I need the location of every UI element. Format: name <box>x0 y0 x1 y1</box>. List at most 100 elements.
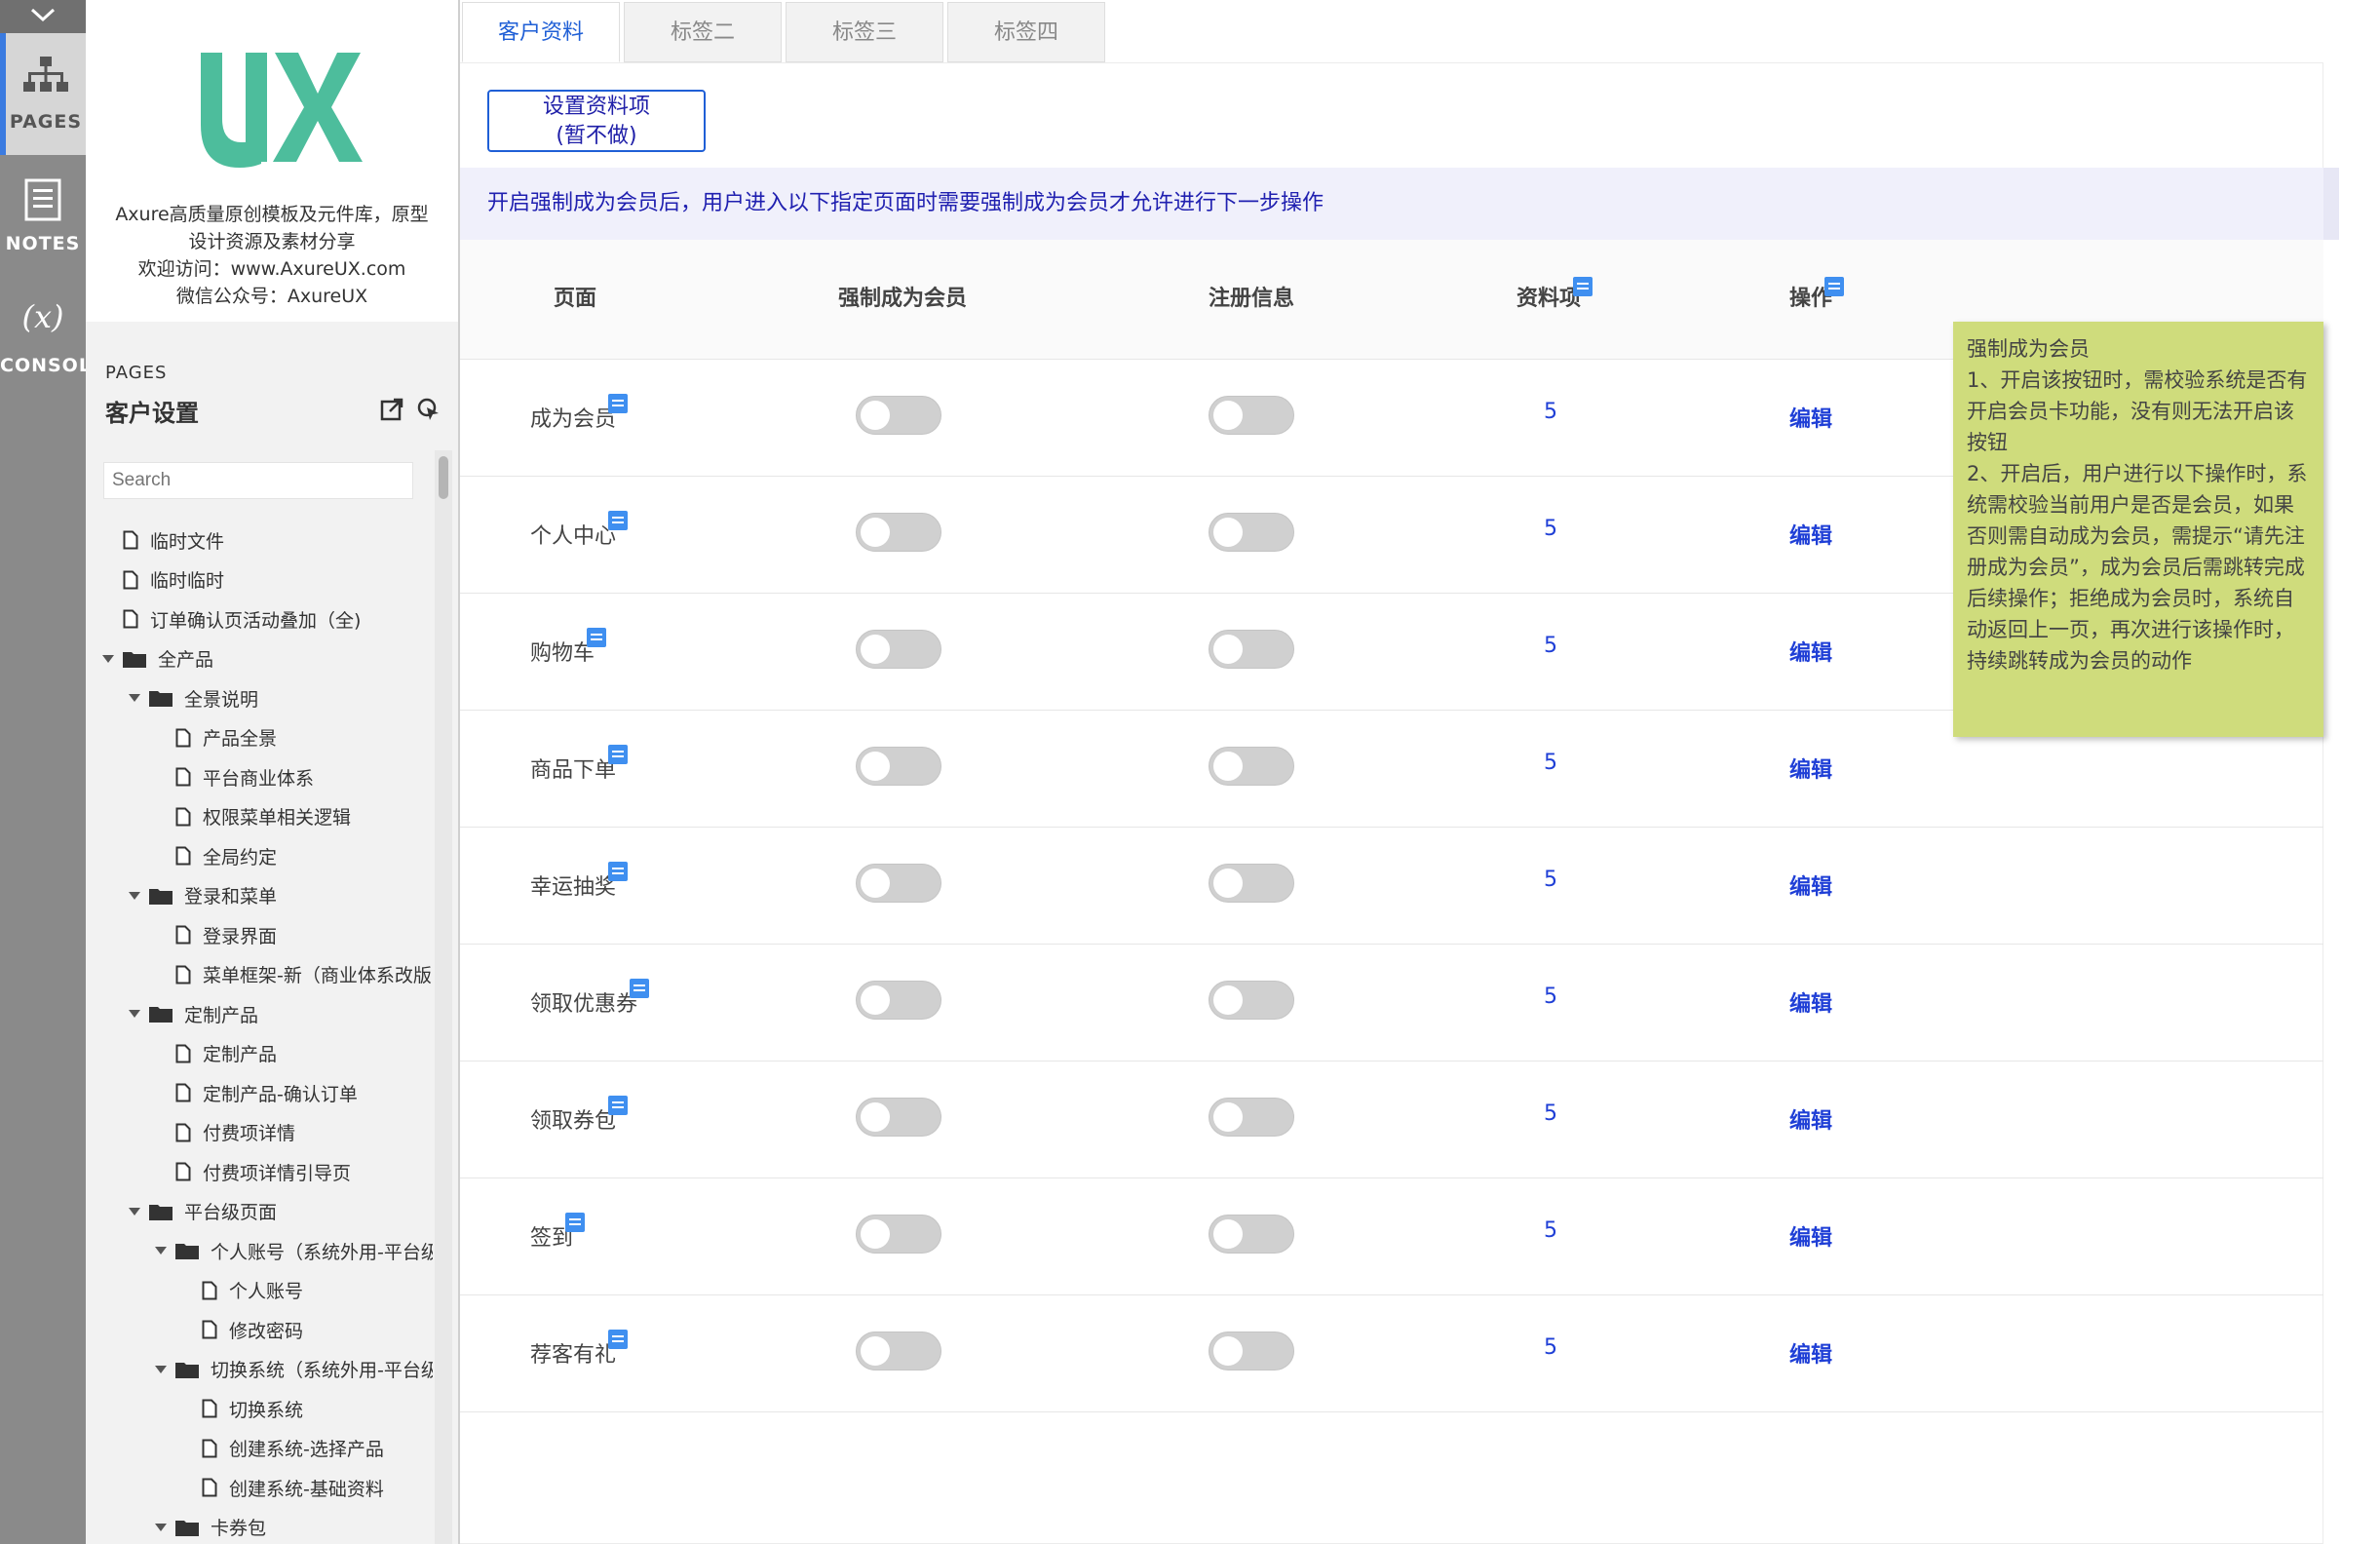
tree-page[interactable]: 定制产品-确认订单 <box>152 1073 358 1112</box>
force-member-toggle[interactable] <box>856 1098 941 1137</box>
register-info-toggle[interactable] <box>1209 1098 1294 1137</box>
force-member-toggle[interactable] <box>856 1332 941 1370</box>
tree-page[interactable]: 菜单框架-新（商业体系改版 <box>152 955 432 994</box>
tree-page[interactable]: 创建系统-基础资料 <box>178 1468 384 1507</box>
force-member-toggle[interactable] <box>856 1215 941 1254</box>
register-info-toggle[interactable] <box>1209 747 1294 786</box>
tab-label-4[interactable]: 标签四 <box>947 2 1105 62</box>
page-tree: 临时文件 临时临时 订单确认页活动叠加（全) 全产品 全景说明 产品全景 平台商业体系权限菜… <box>86 521 433 1544</box>
profile-item-count[interactable]: 5 <box>1544 984 1557 1009</box>
expand-arrow-icon[interactable] <box>152 1523 170 1532</box>
tree-page[interactable]: 付费项详情引导页 <box>152 1152 351 1191</box>
profile-item-count[interactable]: 5 <box>1544 517 1557 541</box>
tree-folder[interactable]: 卡券包 <box>152 1508 266 1544</box>
tab-label-2[interactable]: 标签二 <box>624 2 782 62</box>
locate-page-icon[interactable] <box>417 398 441 425</box>
expand-arrow-icon[interactable] <box>126 891 143 901</box>
profile-item-count[interactable]: 5 <box>1544 1218 1557 1243</box>
tree-page[interactable]: 全局约定 <box>152 836 277 875</box>
tree-page[interactable]: 付费项详情 <box>152 1113 295 1152</box>
register-info-toggle[interactable] <box>1209 864 1294 903</box>
tree-folder[interactable]: 切换系统（系统外用-平台级 <box>152 1350 433 1389</box>
edit-link[interactable]: 编辑 <box>1789 753 1832 784</box>
note-marker-icon[interactable] <box>587 628 606 647</box>
page-tree-scrollbar[interactable] <box>435 450 452 1544</box>
force-member-toggle[interactable] <box>856 747 941 786</box>
register-info-toggle[interactable] <box>1209 1332 1294 1370</box>
profile-item-count[interactable]: 5 <box>1544 400 1557 424</box>
register-info-toggle[interactable] <box>1209 513 1294 552</box>
tree-page[interactable]: 订单确认页活动叠加（全) <box>99 599 361 638</box>
note-marker-icon[interactable] <box>608 1096 628 1115</box>
rail-tab-notes[interactable]: NOTES <box>0 155 86 277</box>
tree-page[interactable]: 个人账号 <box>178 1271 303 1310</box>
register-info-toggle[interactable] <box>1209 396 1294 435</box>
expand-arrow-icon[interactable] <box>126 1009 143 1019</box>
tree-page[interactable]: 临时临时 <box>99 560 224 599</box>
tree-folder[interactable]: 个人账号（系统外用-平台级 <box>152 1231 433 1270</box>
page-tree-scroll-thumb[interactable] <box>439 456 448 499</box>
profile-item-count[interactable]: 5 <box>1544 634 1557 658</box>
note-marker-icon[interactable] <box>1573 277 1593 296</box>
tree-page[interactable]: 权限菜单相关逻辑 <box>152 797 351 836</box>
tree-item-label: 权限菜单相关逻辑 <box>203 807 352 829</box>
tree-folder[interactable]: 全景说明 <box>126 678 258 717</box>
rail-tab-console[interactable]: (x) CONSOL <box>0 277 86 399</box>
note-marker-icon[interactable] <box>608 1330 628 1349</box>
note-marker-icon[interactable] <box>630 979 649 998</box>
expand-arrow-icon[interactable] <box>99 654 117 664</box>
edit-link[interactable]: 编辑 <box>1789 986 1832 1018</box>
profile-item-count[interactable]: 5 <box>1544 868 1557 892</box>
tree-page[interactable]: 产品全景 <box>152 718 277 757</box>
profile-item-count[interactable]: 5 <box>1544 1335 1557 1360</box>
tree-item-label: 登录和菜单 <box>184 886 278 907</box>
tree-page[interactable]: 修改密码 <box>178 1310 303 1349</box>
edit-link[interactable]: 编辑 <box>1789 1103 1832 1135</box>
edit-link[interactable]: 编辑 <box>1789 869 1832 901</box>
tree-folder[interactable]: 定制产品 <box>126 994 258 1033</box>
annotation-note: 强制成为会员 1、开启该按钮时，需校验系统是否有开启会员卡功能，没有则无法开启该… <box>1953 322 2323 737</box>
tree-folder[interactable]: 平台级页面 <box>126 1192 277 1231</box>
force-member-toggle[interactable] <box>856 864 941 903</box>
profile-item-count[interactable]: 5 <box>1544 1101 1557 1126</box>
note-marker-icon[interactable] <box>608 862 628 881</box>
tree-page[interactable]: 创建系统-选择产品 <box>178 1429 384 1468</box>
expand-arrow-icon[interactable] <box>152 1246 170 1255</box>
edit-link[interactable]: 编辑 <box>1789 636 1832 667</box>
tree-page[interactable]: 平台商业体系 <box>152 757 314 796</box>
force-member-toggle[interactable] <box>856 630 941 669</box>
force-member-toggle[interactable] <box>856 513 941 552</box>
edit-link[interactable]: 编辑 <box>1789 1337 1832 1369</box>
open-in-new-icon[interactable] <box>380 398 403 425</box>
note-marker-icon[interactable] <box>1824 277 1844 296</box>
setup-profile-items-button[interactable]: 设置资料项 (暂不做) <box>487 90 706 152</box>
tree-page[interactable]: 切换系统 <box>178 1389 303 1428</box>
profile-item-count[interactable]: 5 <box>1544 751 1557 775</box>
note-marker-icon[interactable] <box>565 1213 585 1232</box>
tree-folder[interactable]: 登录和菜单 <box>126 876 277 915</box>
tab-customer-profile[interactable]: 客户资料 <box>462 2 620 62</box>
edit-link[interactable]: 编辑 <box>1789 1220 1832 1252</box>
tab-label-3[interactable]: 标签三 <box>786 2 943 62</box>
note-marker-icon[interactable] <box>608 394 628 413</box>
note-marker-icon[interactable] <box>608 511 628 530</box>
tree-page[interactable]: 定制产品 <box>152 1034 277 1073</box>
note-marker-icon[interactable] <box>608 745 628 764</box>
page-search-input[interactable] <box>103 462 413 499</box>
tree-page[interactable]: 登录界面 <box>152 915 277 954</box>
force-member-toggle[interactable] <box>856 981 941 1020</box>
register-info-toggle[interactable] <box>1209 630 1294 669</box>
expand-arrow-icon[interactable] <box>152 1365 170 1374</box>
register-info-toggle[interactable] <box>1209 981 1294 1020</box>
expand-arrow-icon[interactable] <box>126 1207 143 1216</box>
tree-item-label: 创建系统-选择产品 <box>229 1439 384 1460</box>
expand-arrow-icon[interactable] <box>126 693 143 703</box>
force-member-toggle[interactable] <box>856 396 941 435</box>
edit-link[interactable]: 编辑 <box>1789 519 1832 550</box>
tree-folder[interactable]: 全产品 <box>99 639 213 678</box>
collapse-sidebar-button[interactable] <box>0 0 86 33</box>
rail-tab-pages[interactable]: PAGES <box>0 33 86 155</box>
register-info-toggle[interactable] <box>1209 1215 1294 1254</box>
tree-page[interactable]: 临时文件 <box>99 521 224 560</box>
edit-link[interactable]: 编辑 <box>1789 402 1832 433</box>
